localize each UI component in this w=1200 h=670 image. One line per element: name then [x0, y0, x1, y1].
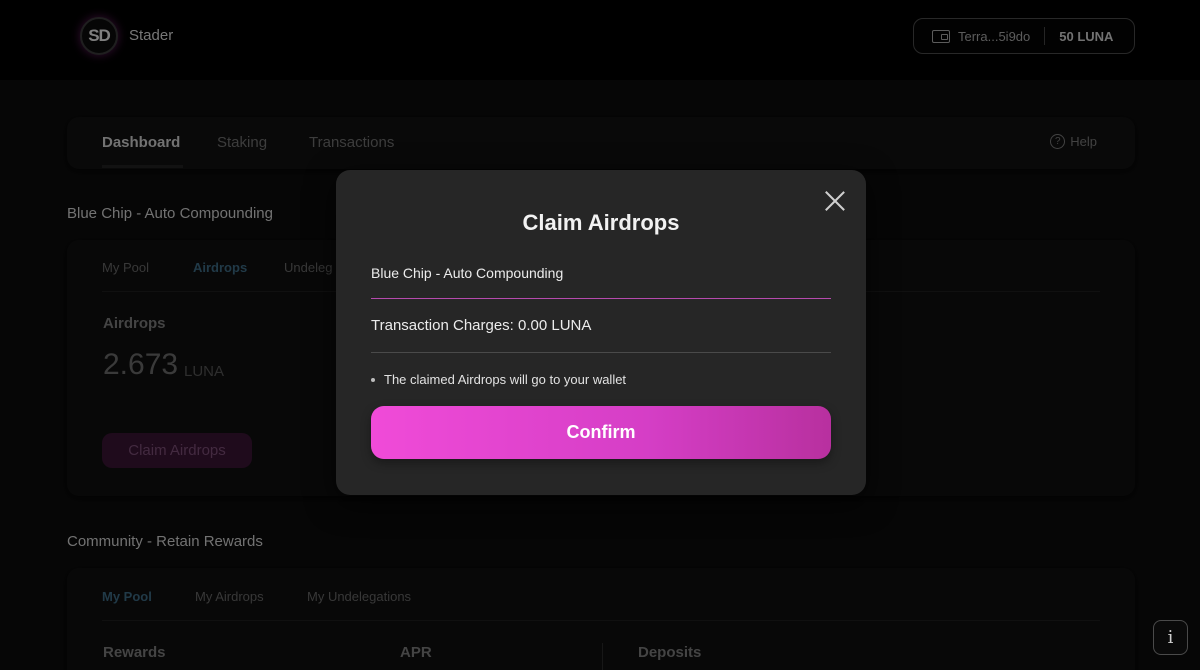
- bullet-icon: [371, 377, 375, 382]
- close-icon[interactable]: [824, 190, 846, 212]
- confirm-button[interactable]: Confirm: [371, 406, 831, 459]
- pool-selector[interactable]: Blue Chip - Auto Compounding: [371, 258, 831, 299]
- info-icon[interactable]: i: [1153, 620, 1188, 655]
- transaction-charges: Transaction Charges: 0.00 LUNA: [371, 314, 831, 353]
- claim-airdrops-modal: Claim Airdrops Blue Chip - Auto Compound…: [336, 170, 866, 495]
- modal-title: Claim Airdrops: [522, 210, 680, 235]
- wallet-note-text: The claimed Airdrops will go to your wal…: [384, 372, 627, 387]
- wallet-note: The claimed Airdrops will go to your wal…: [371, 372, 626, 387]
